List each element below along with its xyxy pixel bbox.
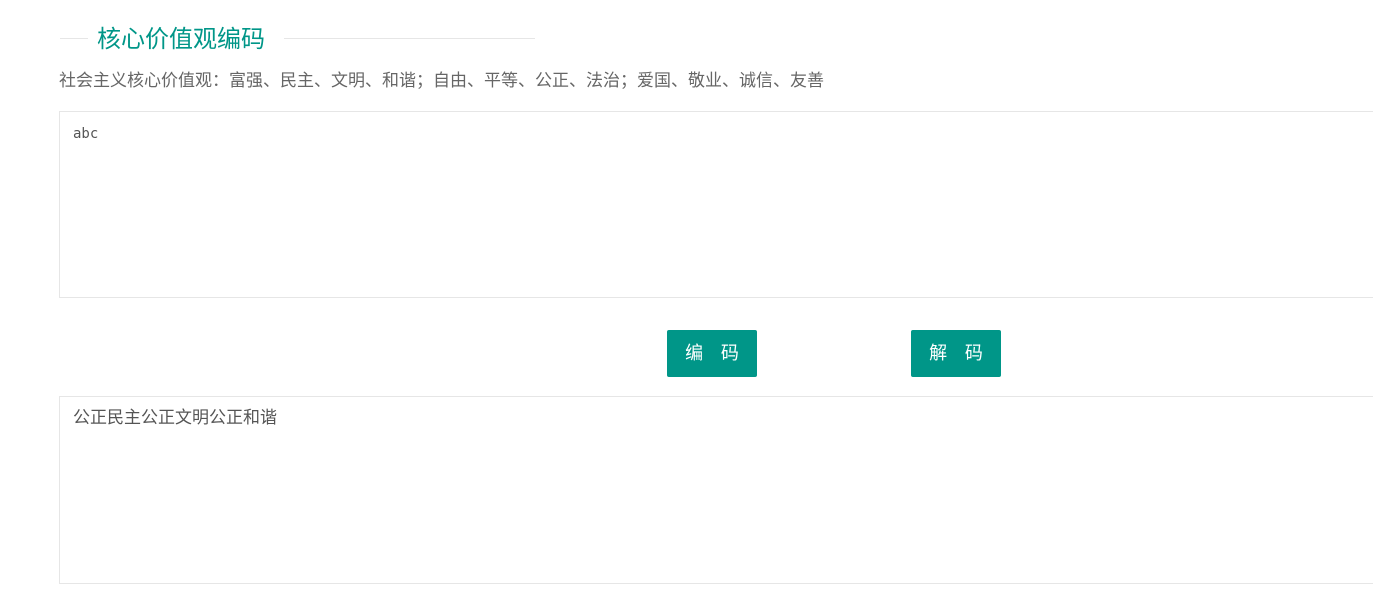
decode-button[interactable]: 解 码 — [911, 330, 1001, 377]
title-divider-left — [60, 38, 88, 39]
encode-button[interactable]: 编 码 — [667, 330, 757, 377]
output-textarea[interactable]: 公正民主公正文明公正和谐 — [59, 396, 1373, 584]
title-row: 核心价值观编码 — [60, 20, 535, 58]
title-divider-right — [284, 38, 535, 39]
page: 核心价值观编码 社会主义核心价值观：富强、民主、文明、和谐；自由、平等、公正、法… — [0, 0, 1373, 592]
input-textarea[interactable]: abc — [59, 111, 1373, 298]
page-title: 核心价值观编码 — [97, 25, 265, 53]
page-subtitle: 社会主义核心价值观：富强、民主、文明、和谐；自由、平等、公正、法治；爱国、敬业、… — [59, 71, 824, 91]
